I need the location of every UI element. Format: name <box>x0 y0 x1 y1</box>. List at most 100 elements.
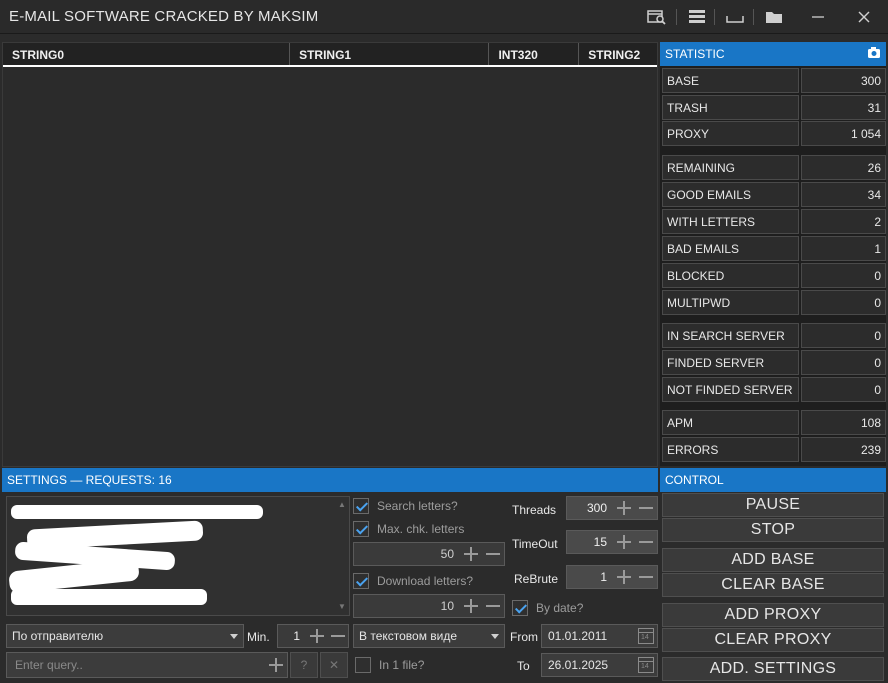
plus-icon[interactable] <box>267 656 285 674</box>
clear-proxy-button[interactable]: CLEAR PROXY <box>662 628 884 652</box>
stepper-value[interactable]: 300 <box>567 501 607 515</box>
plus-icon[interactable] <box>615 499 633 517</box>
checkbox-box[interactable] <box>512 600 528 616</box>
close-icon[interactable] <box>852 6 876 28</box>
min-stepper[interactable]: 1 <box>277 624 349 648</box>
stat-label: MULTIPWD <box>662 290 799 315</box>
minus-icon[interactable] <box>637 568 655 586</box>
stat-value: 1 054 <box>801 121 886 146</box>
stat-row-base: BASE 300 <box>662 68 886 93</box>
sort-select[interactable]: По отправителю <box>6 624 244 648</box>
stat-row-proxy: PROXY 1 054 <box>662 121 886 146</box>
download-letters-stepper[interactable]: 10 <box>353 594 505 618</box>
console-icon[interactable] <box>723 6 747 28</box>
rebrute-stepper[interactable]: 1 <box>566 565 658 589</box>
stepper-value[interactable]: 1 <box>567 570 607 584</box>
threads-stepper[interactable]: 300 <box>566 496 658 520</box>
max-chk-letters-stepper[interactable]: 50 <box>353 542 505 566</box>
view-select[interactable]: В текстовом виде <box>353 624 505 648</box>
folder-icon[interactable] <box>762 6 786 28</box>
stat-row-remaining: REMAINING 26 <box>662 155 886 180</box>
checkbox-box[interactable] <box>353 498 369 514</box>
timeout-stepper[interactable]: 15 <box>566 530 658 554</box>
stepper-value[interactable]: 50 <box>354 547 454 561</box>
list-icon[interactable] <box>685 6 709 28</box>
search-log-icon[interactable] <box>645 6 669 28</box>
max-chk-letters-checkbox[interactable]: Max. chk. letters <box>353 519 464 539</box>
chevron-down-icon[interactable] <box>491 634 499 639</box>
plus-icon[interactable] <box>615 568 633 586</box>
redacted-text <box>11 505 263 519</box>
column-header-string1[interactable]: STRING1 <box>290 43 490 65</box>
minus-icon[interactable] <box>329 627 347 645</box>
column-header-string0[interactable]: STRING0 <box>3 43 291 65</box>
minus-icon[interactable] <box>637 533 655 551</box>
checkbox-box[interactable] <box>355 657 371 673</box>
minimize-icon[interactable] <box>806 6 830 28</box>
to-date-picker[interactable]: 26.01.2025 14 <box>541 653 658 677</box>
stat-label: REMAINING <box>662 155 799 180</box>
calendar-icon[interactable]: 14 <box>638 657 654 673</box>
plus-icon[interactable] <box>308 627 326 645</box>
minus-icon[interactable] <box>637 499 655 517</box>
redacted-text <box>11 589 207 605</box>
query-placeholder: Enter query.. <box>15 658 83 672</box>
from-date-picker[interactable]: 01.01.2011 14 <box>541 624 658 648</box>
stat-label: FINDED SERVER <box>662 350 799 375</box>
checkbox-label: In 1 file? <box>379 658 425 672</box>
column-header-int320[interactable]: INT320 <box>489 43 580 65</box>
plus-icon[interactable] <box>462 597 480 615</box>
stat-value: 2 <box>801 209 886 234</box>
chevron-down-icon[interactable] <box>230 634 238 639</box>
stat-row-finded-server: FINDED SERVER 0 <box>662 350 886 375</box>
rebrute-label: ReBrute <box>514 572 559 586</box>
checkbox-box[interactable] <box>353 573 369 589</box>
title-separator <box>753 9 754 25</box>
accounts-textbox[interactable]: ▲ ▼ <box>6 496 350 616</box>
title-bar: E-MAIL SOFTWARE CRACKED BY MAKSIM <box>0 0 888 34</box>
clear-query-button[interactable]: ✕ <box>320 652 348 678</box>
results-table[interactable]: STRING0 STRING1 INT320 STRING2 <box>2 42 658 467</box>
stat-label: ERRORS <box>662 437 799 462</box>
statistic-title: STATISTIC <box>665 47 725 61</box>
stat-label: NOT FINDED SERVER <box>662 377 799 402</box>
stop-button[interactable]: STOP <box>662 518 884 542</box>
in-one-file-checkbox[interactable]: In 1 file? <box>355 655 424 675</box>
stat-row-good-emails: GOOD EMAILS 34 <box>662 182 886 207</box>
stat-value: 108 <box>801 410 886 435</box>
stat-label: BASE <box>662 68 799 93</box>
search-letters-checkbox[interactable]: Search letters? <box>353 496 458 516</box>
date-value[interactable]: 01.01.2011 <box>548 629 607 643</box>
checkbox-box[interactable] <box>353 521 369 537</box>
checkbox-label: Search letters? <box>377 499 458 513</box>
stat-value: 0 <box>801 290 886 315</box>
stepper-value[interactable]: 1 <box>278 629 300 643</box>
by-date-checkbox[interactable]: By date? <box>512 598 583 618</box>
add-base-button[interactable]: ADD BASE <box>662 548 884 572</box>
stepper-value[interactable]: 15 <box>567 535 607 549</box>
calendar-icon[interactable]: 14 <box>638 628 654 644</box>
stat-value: 0 <box>801 377 886 402</box>
add-settings-button[interactable]: ADD. SETTINGS <box>662 657 884 681</box>
camera-icon[interactable] <box>867 46 881 62</box>
table-header: STRING0 STRING1 INT320 STRING2 <box>3 43 657 67</box>
statistic-header: STATISTIC <box>660 42 886 66</box>
minus-icon[interactable] <box>484 545 502 563</box>
minus-icon[interactable] <box>484 597 502 615</box>
pause-button[interactable]: PAUSE <box>662 493 884 517</box>
stat-value: 239 <box>801 437 886 462</box>
stat-value: 31 <box>801 95 886 120</box>
date-value[interactable]: 26.01.2025 <box>548 658 608 672</box>
scroll-up-icon[interactable]: ▲ <box>337 500 347 510</box>
scroll-down-icon[interactable]: ▼ <box>337 602 347 612</box>
threads-label: Threads <box>512 503 557 517</box>
help-button[interactable]: ? <box>290 652 318 678</box>
add-proxy-button[interactable]: ADD PROXY <box>662 603 884 627</box>
stepper-value[interactable]: 10 <box>354 599 454 613</box>
download-letters-checkbox[interactable]: Download letters? <box>353 571 473 591</box>
query-input[interactable]: Enter query.. <box>6 652 288 678</box>
clear-base-button[interactable]: CLEAR BASE <box>662 573 884 597</box>
plus-icon[interactable] <box>615 533 633 551</box>
column-header-string2[interactable]: STRING2 <box>579 43 657 65</box>
plus-icon[interactable] <box>462 545 480 563</box>
